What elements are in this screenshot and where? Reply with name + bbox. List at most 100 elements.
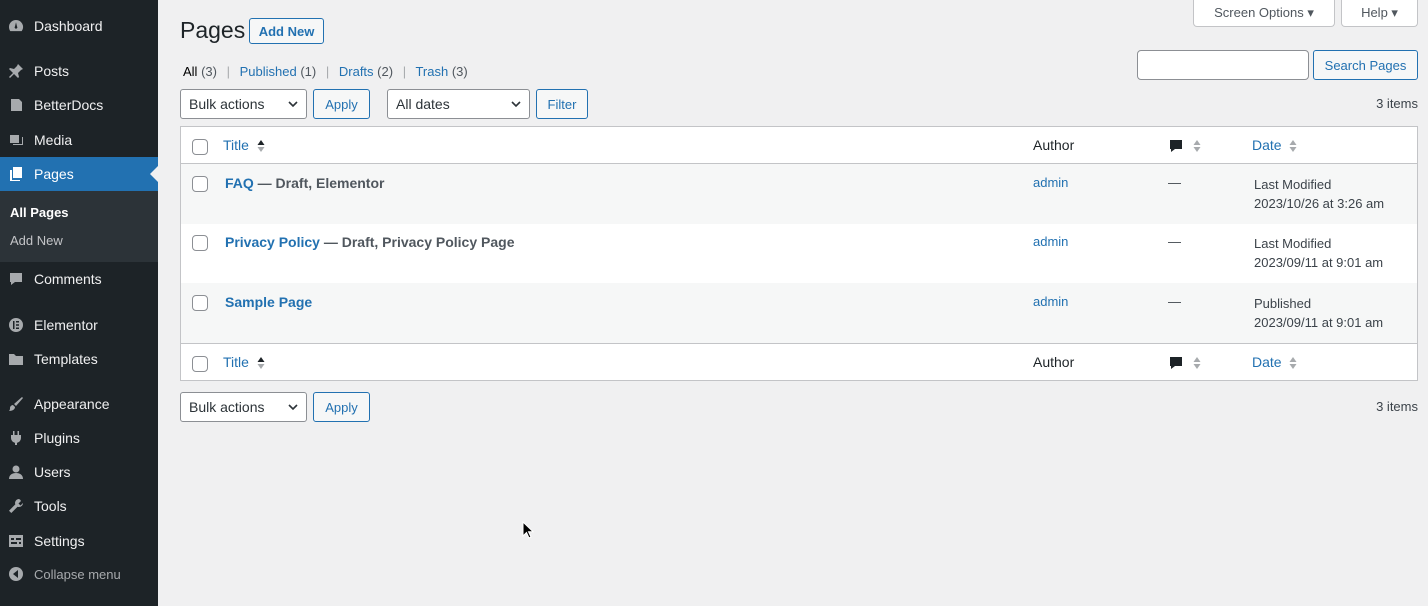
row-date: Published2023/09/11 at 9:01 am xyxy=(1254,294,1383,332)
author-link[interactable]: admin xyxy=(1033,294,1068,309)
chevron-down-icon xyxy=(288,99,298,109)
dashboard-icon xyxy=(8,18,24,34)
table-footer: Title Author Date xyxy=(181,343,1417,380)
pages-icon xyxy=(8,166,24,182)
post-state: — Draft, Elementor xyxy=(254,175,385,191)
docs-icon xyxy=(8,97,24,113)
comment-icon xyxy=(8,271,24,287)
select-all-checkbox[interactable] xyxy=(192,356,208,372)
author-link[interactable]: admin xyxy=(1033,234,1068,249)
view-trash-link[interactable]: Trash xyxy=(415,64,448,79)
status-filter-links: All (3) | Published (1) | Drafts (2) | T… xyxy=(183,64,468,79)
help-tab[interactable]: Help ▾ xyxy=(1341,0,1418,27)
admin-sidebar: Dashboard Posts BetterDocs Media Pages A… xyxy=(0,0,158,606)
apply-button-bottom[interactable]: Apply xyxy=(313,392,370,422)
view-published-link[interactable]: Published xyxy=(240,64,297,79)
row-checkbox[interactable] xyxy=(192,235,208,251)
author-link[interactable]: admin xyxy=(1033,175,1068,190)
table-header: Title Author Date xyxy=(181,127,1417,164)
sidebar-item-dashboard[interactable]: Dashboard xyxy=(0,9,158,43)
view-all-link[interactable]: All xyxy=(183,64,197,79)
media-icon xyxy=(8,132,24,148)
date-status: Published xyxy=(1254,296,1311,311)
date-filter-select[interactable]: All dates xyxy=(387,89,530,119)
view-drafts-count: (2) xyxy=(377,64,393,79)
separator: | xyxy=(403,64,406,79)
comments-column-header[interactable] xyxy=(1168,355,1204,371)
view-drafts-link[interactable]: Drafts xyxy=(339,64,374,79)
table-row: Privacy Policy — Draft, Privacy Policy P… xyxy=(181,223,1417,283)
collapse-icon xyxy=(8,566,24,582)
title-column-header[interactable]: Title xyxy=(223,354,265,370)
page-title-link[interactable]: Privacy Policy xyxy=(225,234,320,250)
submenu-all-pages[interactable]: All Pages xyxy=(10,205,69,220)
bulk-actions-value: Bulk actions xyxy=(189,399,264,415)
comments-column-header[interactable] xyxy=(1168,138,1204,154)
date-header-label: Date xyxy=(1252,137,1282,153)
sidebar-item-appearance[interactable]: Appearance xyxy=(0,387,158,421)
title-column-header[interactable]: Title xyxy=(223,137,265,153)
title-header-label: Title xyxy=(223,354,249,370)
date-column-header[interactable]: Date xyxy=(1252,137,1297,153)
sort-icon xyxy=(1289,356,1297,370)
page-title-link[interactable]: Sample Page xyxy=(225,294,312,310)
sidebar-item-label: BetterDocs xyxy=(34,97,103,113)
page-title-link[interactable]: FAQ xyxy=(225,175,254,191)
brush-icon xyxy=(8,396,24,412)
sidebar-item-label: Appearance xyxy=(34,396,110,412)
sidebar-item-pages[interactable]: Pages xyxy=(0,157,158,191)
title-header-label: Title xyxy=(223,137,249,153)
bulk-actions-select[interactable]: Bulk actions xyxy=(180,89,307,119)
view-trash-count: (3) xyxy=(452,64,468,79)
sidebar-item-plugins[interactable]: Plugins xyxy=(0,421,158,455)
sidebar-item-users[interactable]: Users xyxy=(0,455,158,489)
comment-bubble-icon xyxy=(1168,138,1184,154)
apply-button[interactable]: Apply xyxy=(313,89,370,119)
sidebar-item-label: Comments xyxy=(34,271,102,287)
sidebar-item-media[interactable]: Media xyxy=(0,123,158,157)
add-new-button[interactable]: Add New xyxy=(249,18,324,44)
submenu-add-new[interactable]: Add New xyxy=(10,233,63,248)
sidebar-item-posts[interactable]: Posts xyxy=(0,54,158,88)
wrench-icon xyxy=(8,498,24,514)
row-title: Privacy Policy — Draft, Privacy Policy P… xyxy=(225,234,514,250)
row-title: Sample Page xyxy=(225,294,312,310)
date-column-header[interactable]: Date xyxy=(1252,354,1297,370)
select-all-checkbox[interactable] xyxy=(192,139,208,155)
comments-count: — xyxy=(1168,175,1181,190)
sidebar-item-templates[interactable]: Templates xyxy=(0,342,158,376)
sidebar-item-elementor[interactable]: Elementor xyxy=(0,308,158,342)
folder-icon xyxy=(8,351,24,367)
chevron-down-icon xyxy=(511,99,521,109)
separator: | xyxy=(227,64,230,79)
row-title: FAQ — Draft, Elementor xyxy=(225,175,384,191)
row-checkbox[interactable] xyxy=(192,295,208,311)
search-input[interactable] xyxy=(1137,50,1309,80)
bulk-actions-select-bottom[interactable]: Bulk actions xyxy=(180,392,307,422)
sidebar-item-settings[interactable]: Settings xyxy=(0,524,158,558)
author-column-header: Author xyxy=(1033,354,1074,370)
table-row: FAQ — Draft, Elementor admin — Last Modi… xyxy=(181,164,1417,224)
collapse-label: Collapse menu xyxy=(34,567,121,582)
bulk-actions-value: Bulk actions xyxy=(189,96,264,112)
screen-options-tab[interactable]: Screen Options ▾ xyxy=(1193,0,1335,27)
filter-button[interactable]: Filter xyxy=(536,89,588,119)
row-date: Last Modified2023/09/11 at 9:01 am xyxy=(1254,234,1383,272)
sidebar-item-comments[interactable]: Comments xyxy=(0,262,158,296)
sidebar-item-label: Elementor xyxy=(34,317,98,333)
sidebar-item-label: Posts xyxy=(34,63,69,79)
sort-icon xyxy=(1193,356,1201,370)
sidebar-item-label: Templates xyxy=(34,351,98,367)
search-pages-button[interactable]: Search Pages xyxy=(1313,50,1418,80)
row-checkbox[interactable] xyxy=(192,176,208,192)
view-all-count: (3) xyxy=(201,64,217,79)
pin-icon xyxy=(8,63,24,79)
sidebar-item-tools[interactable]: Tools xyxy=(0,489,158,523)
sidebar-item-label: Tools xyxy=(34,498,67,514)
chevron-down-icon xyxy=(288,402,298,412)
collapse-menu-button[interactable]: Collapse menu xyxy=(0,557,158,591)
row-date: Last Modified2023/10/26 at 3:26 am xyxy=(1254,175,1384,213)
sidebar-item-betterdocs[interactable]: BetterDocs xyxy=(0,88,158,122)
page-title: Pages xyxy=(180,17,245,44)
sort-icon xyxy=(1193,139,1201,153)
